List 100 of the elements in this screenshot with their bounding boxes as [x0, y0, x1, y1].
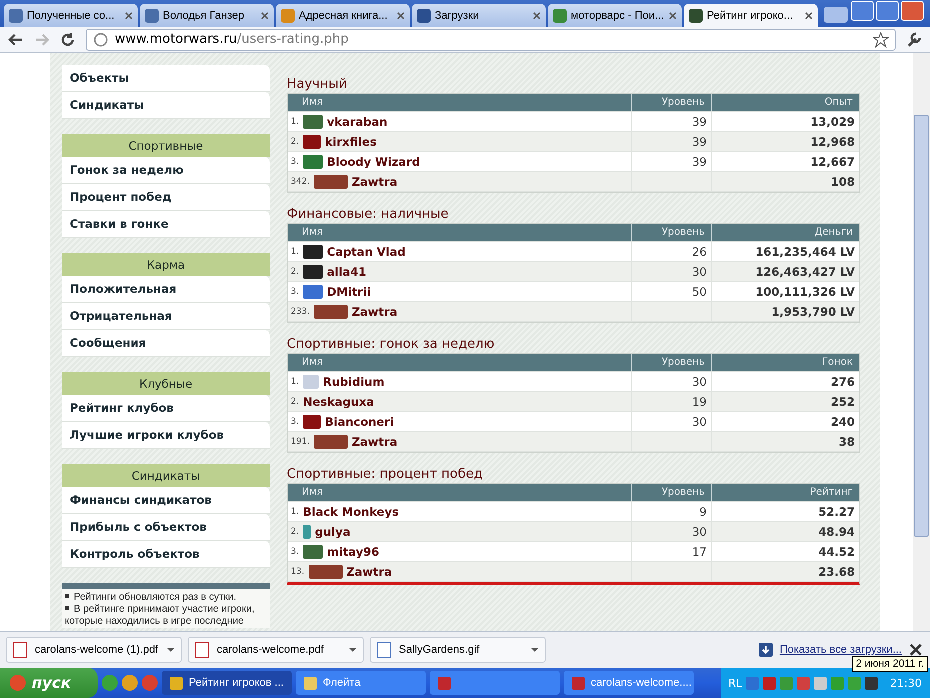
sidebar-item[interactable]: Процент побед [62, 184, 270, 211]
address-field[interactable]: www.motorwars.ru/users-rating.php [86, 28, 896, 50]
player-link[interactable]: Neskaguxa [303, 394, 374, 408]
download-item[interactable]: SallyGardens.gif [370, 637, 546, 663]
close-icon[interactable] [908, 642, 924, 658]
player-link[interactable]: Bianconeri [325, 414, 394, 428]
rank-number: 3. [291, 156, 300, 166]
reload-icon[interactable] [60, 32, 76, 48]
caret-icon[interactable] [531, 647, 539, 653]
level-value: 30 [692, 524, 707, 538]
player-avatar-icon [303, 114, 324, 128]
taskbar-button[interactable]: Флейта [296, 671, 426, 695]
taskbar-button[interactable]: Рейтинг игроков ... [162, 671, 292, 695]
sidebar-item[interactable]: Прибыль с объектов [62, 514, 270, 541]
caret-icon[interactable] [167, 647, 175, 653]
score-value: 48.94 [818, 524, 855, 538]
sidebar-item[interactable]: Лучшие игроки клубов [62, 422, 270, 449]
rank-number: 233. [291, 306, 310, 316]
rank-number: 1. [291, 506, 300, 516]
start-button[interactable]: пуск [0, 668, 98, 698]
show-all-downloads-link[interactable]: Показать все загрузки... [758, 642, 902, 658]
rank-number: 1. [291, 116, 300, 126]
download-item[interactable]: carolans-welcome.pdf [188, 637, 364, 663]
sidebar-item[interactable]: Гонок за неделю [62, 157, 270, 184]
player-link[interactable]: vkaraban [327, 114, 388, 128]
player-link[interactable]: kirxfiles [325, 134, 377, 148]
player-avatar-icon [303, 264, 324, 278]
player-link[interactable]: Rubidium [323, 374, 385, 388]
star-icon[interactable] [873, 32, 889, 48]
column-header: Гонок [711, 354, 859, 371]
sidebar-group-header: Клубные [62, 372, 270, 395]
player-link[interactable]: Zawtra [352, 304, 398, 318]
player-link[interactable]: Zawtra [352, 434, 398, 448]
caret-icon[interactable] [349, 647, 357, 653]
player-link[interactable]: Zawtra [352, 174, 398, 188]
rank-number: 2. [291, 266, 300, 276]
rank-number: 2. [291, 396, 300, 406]
sidebar-item[interactable]: Рейтинг клубов [62, 395, 270, 422]
section-title: Финансовые: наличные [287, 207, 450, 223]
sidebar-item[interactable]: Положительная [62, 276, 270, 303]
level-value: 39 [692, 114, 707, 128]
player-link[interactable]: Black Monkeys [303, 504, 400, 518]
browser-tab[interactable]: Загрузки [412, 4, 546, 27]
maximize-button[interactable] [876, 1, 899, 21]
browser-tab[interactable]: Рейтинг игроко... [684, 4, 818, 27]
tab-favicon-icon [145, 8, 159, 22]
download-item[interactable]: carolans-welcome (1).pdf [6, 637, 182, 663]
quick-launch-icon[interactable] [122, 675, 138, 691]
rank-number: 13. [291, 566, 305, 576]
back-arrow-icon[interactable] [8, 32, 24, 48]
sidebar-item[interactable]: Финансы синдикатов [62, 487, 270, 514]
tab-favicon-icon [417, 8, 431, 22]
score-value: 252 [830, 394, 855, 408]
level-value: 17 [692, 544, 707, 558]
level-value: 26 [692, 244, 707, 258]
tab-favicon-icon [281, 8, 295, 22]
tray-icon[interactable] [865, 676, 878, 690]
player-link[interactable]: Zawtra [346, 564, 392, 578]
wrench-icon[interactable] [906, 32, 922, 48]
player-avatar-icon [303, 284, 324, 298]
minimize-button[interactable] [851, 1, 874, 21]
browser-tab[interactable]: моторварс - Пои... [548, 4, 682, 27]
player-link[interactable]: Bloody Wizard [327, 154, 420, 168]
score-value: 276 [830, 374, 855, 388]
level-value: 39 [692, 134, 707, 148]
score-value: 240 [830, 414, 855, 428]
browser-tab[interactable]: Адресная книга... [276, 4, 410, 27]
sidebar-item[interactable]: Ставки в гонке [62, 211, 270, 238]
browser-tab[interactable]: Володья Ганзер [140, 4, 274, 27]
sidebar-item[interactable]: Синдикаты [62, 92, 270, 119]
player-link[interactable]: Captan Vlad [327, 244, 406, 258]
score-value: 161,235,464 LV [756, 244, 855, 258]
level-value: 9 [700, 504, 707, 518]
app-icon [438, 676, 451, 690]
score-value: 108 [830, 174, 855, 188]
player-avatar-icon [314, 174, 348, 188]
player-link[interactable]: DMitrii [327, 284, 372, 298]
sidebar-item[interactable]: Отрицательная [62, 303, 270, 330]
close-window-button[interactable] [901, 1, 924, 21]
player-link[interactable]: mitay96 [327, 544, 380, 558]
sidebar-item[interactable]: Контроль объектов [62, 541, 270, 568]
quick-launch-icon[interactable] [102, 675, 118, 691]
player-link[interactable]: gulya [315, 524, 351, 538]
column-header: Уровень [631, 94, 711, 111]
tray-icon[interactable] [763, 676, 776, 690]
sidebar-group-header: Спортивные [62, 134, 270, 157]
player-link[interactable]: alla41 [327, 264, 367, 278]
scrollbar-thumb[interactable] [914, 115, 929, 537]
close-icon[interactable] [805, 12, 813, 20]
file-icon [195, 642, 209, 658]
sidebar-item[interactable]: Объекты [62, 65, 270, 92]
browser-tab[interactable]: Полученные со... [4, 4, 138, 27]
column-header: Деньги [711, 224, 859, 241]
taskbar-button[interactable]: carolans-welcome.... [564, 671, 694, 695]
column-header: Рейтинг [711, 484, 859, 501]
level-value: 39 [692, 154, 707, 168]
player-avatar-icon [314, 434, 348, 448]
sidebar-item[interactable]: Сообщения [62, 330, 270, 357]
app-icon [572, 676, 585, 690]
file-icon [377, 642, 391, 658]
